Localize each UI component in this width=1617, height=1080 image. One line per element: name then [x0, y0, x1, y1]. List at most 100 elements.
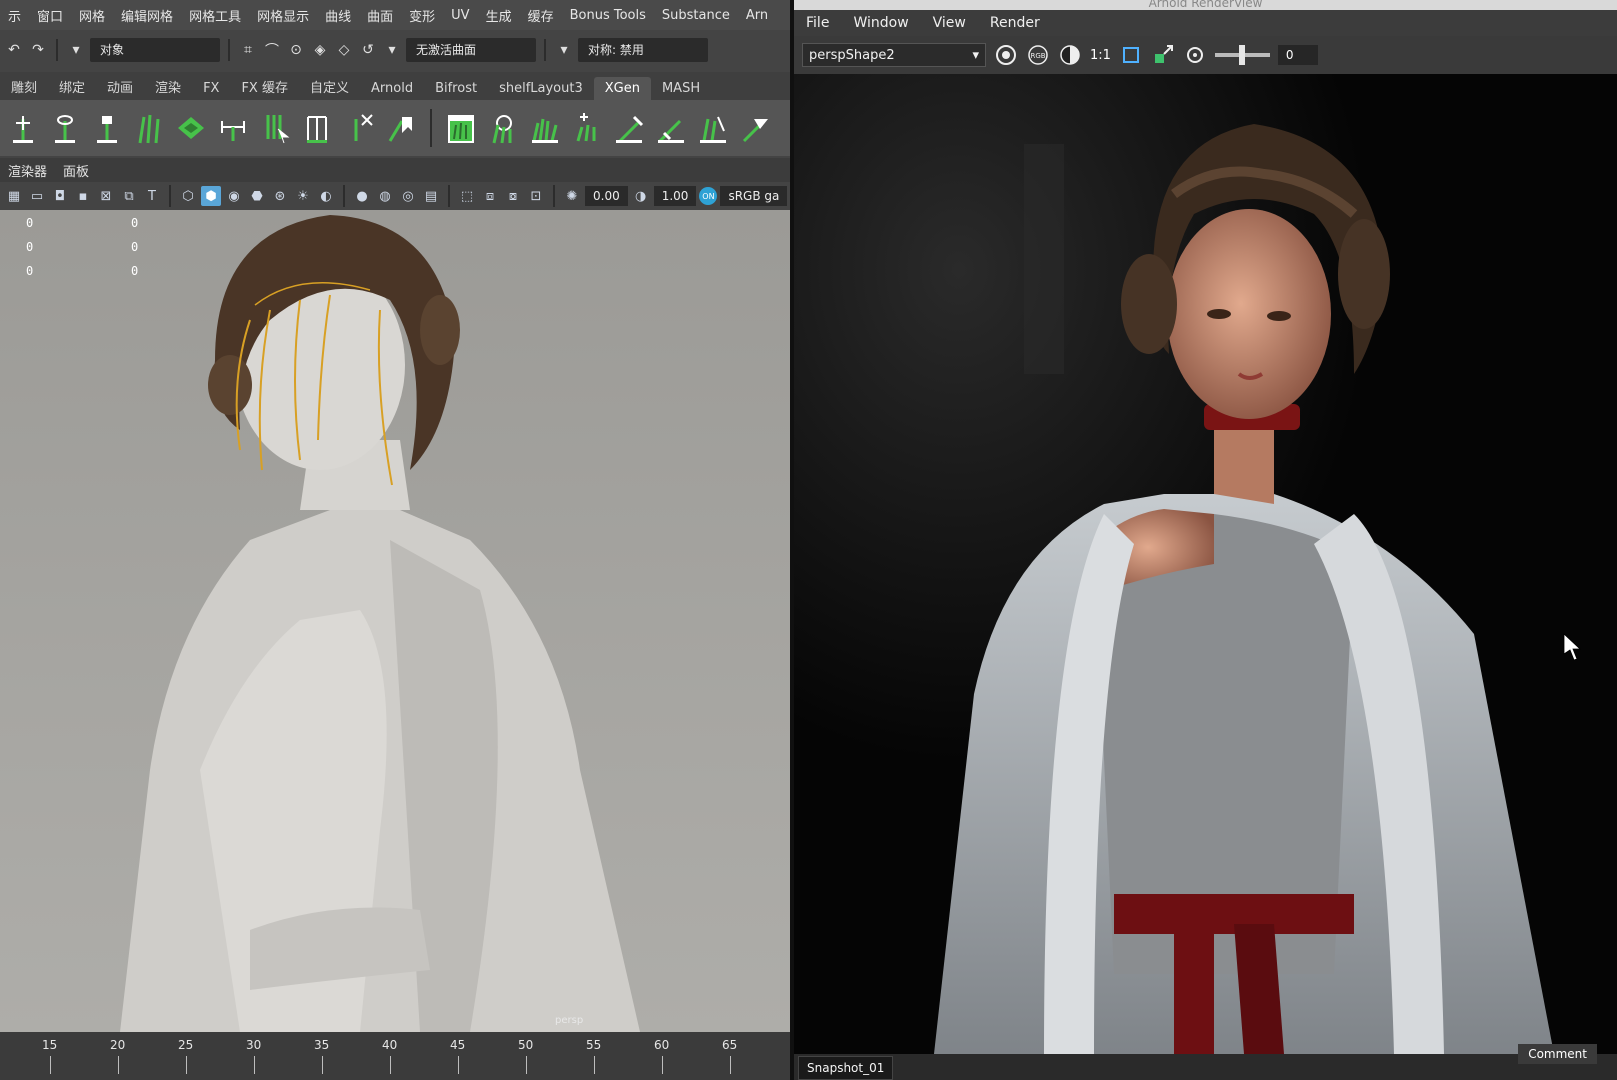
wireframe-on-shaded-icon[interactable]: ◉ — [224, 186, 244, 206]
safe-title-icon[interactable]: T — [142, 186, 162, 206]
chevron-down-icon[interactable]: ▾ — [382, 40, 402, 60]
snap-rotate-icon[interactable]: ↺ — [358, 40, 378, 60]
groom-paint-icon[interactable] — [486, 109, 520, 147]
menu-item[interactable]: UV — [443, 8, 477, 23]
chevron-down-icon[interactable]: ▾ — [554, 40, 574, 60]
resolution-gate-icon[interactable]: ◘ — [50, 186, 70, 206]
snap-curve-icon[interactable]: ⌒ — [262, 40, 282, 60]
view-transform-field[interactable]: sRGB ga — [720, 186, 788, 206]
shelf-tab[interactable]: FX 缓存 — [230, 73, 299, 100]
shelf-tab[interactable]: 动画 — [96, 73, 144, 100]
guide-to-curve-icon[interactable] — [384, 109, 418, 147]
menu-window[interactable]: Window — [841, 15, 920, 31]
groom-smooth-icon[interactable] — [654, 109, 688, 147]
gamma-field[interactable]: 1.00 — [653, 186, 697, 206]
perspective-viewport[interactable]: 00 00 00 persp — [0, 210, 790, 1032]
shelf-tab[interactable]: 雕刻 — [0, 73, 48, 100]
menu-file[interactable]: File — [794, 15, 841, 31]
shelf-tab[interactable]: MASH — [651, 77, 711, 100]
refresh-icon[interactable] — [1183, 43, 1207, 67]
time-slider[interactable]: 15 20 25 30 35 40 45 50 55 60 65 — [0, 1032, 790, 1080]
exposure-slider[interactable] — [1214, 45, 1270, 65]
shadows-icon[interactable]: ◐ — [316, 186, 336, 206]
gamma-icon[interactable]: ◑ — [631, 186, 651, 206]
groom-density-icon[interactable] — [528, 109, 562, 147]
groom-comb-icon[interactable] — [612, 109, 646, 147]
menu-item[interactable]: 缓存 — [520, 6, 562, 25]
shelf-tab[interactable]: 渲染 — [144, 73, 192, 100]
snap-view-icon[interactable]: ◈ — [310, 40, 330, 60]
menu-item[interactable]: 网格工具 — [181, 6, 249, 25]
antialias-icon[interactable]: ◎ — [398, 186, 418, 206]
shelf-tab[interactable]: Bifrost — [424, 77, 488, 100]
menu-item[interactable]: 窗口 — [29, 6, 71, 25]
menu-item[interactable]: 面板 — [55, 161, 97, 180]
zoom-ratio[interactable]: 1:1 — [1090, 48, 1111, 63]
debug-shading-icon[interactable] — [1151, 43, 1175, 67]
snapshot-tab[interactable]: Snapshot_01 — [798, 1056, 894, 1080]
symmetry-field[interactable]: 对称: 禁用 — [578, 38, 708, 62]
live-surface-field[interactable]: 无激活曲面 — [406, 38, 536, 62]
select-guides-icon[interactable] — [258, 109, 292, 147]
shelf-tab[interactable]: shelfLayout3 — [488, 77, 594, 100]
guide-visibility-icon[interactable] — [48, 109, 82, 147]
menu-item[interactable]: 曲面 — [359, 6, 401, 25]
crop-region-icon[interactable] — [1119, 43, 1143, 67]
shelf-tab[interactable]: Arnold — [360, 77, 424, 100]
menu-item[interactable]: 网格显示 — [249, 6, 317, 25]
groom-clump-icon[interactable] — [738, 109, 772, 147]
menu-item[interactable]: Bonus Tools — [562, 8, 654, 23]
grid-icon[interactable]: ▦ — [4, 186, 24, 206]
snap-point-icon[interactable]: ⊙ — [286, 40, 306, 60]
exposure-value[interactable]: 0 — [1277, 45, 1318, 65]
menu-item[interactable]: 生成 — [478, 6, 520, 25]
wireframe-icon[interactable]: ⬡ — [178, 186, 198, 206]
delete-guide-icon[interactable] — [342, 109, 376, 147]
snap-grid-icon[interactable]: ⌗ — [238, 40, 258, 60]
guide-grid-icon[interactable] — [300, 109, 334, 147]
motion-blur-icon[interactable]: ◍ — [375, 186, 395, 206]
exposure-field[interactable]: 0.00 — [585, 186, 628, 206]
menu-render[interactable]: Render — [978, 15, 1052, 31]
groom-add-icon[interactable] — [570, 109, 604, 147]
shelf-tab-xgen[interactable]: XGen — [593, 77, 651, 100]
guide-length-icon[interactable] — [216, 109, 250, 147]
ambient-occlusion-icon[interactable]: ● — [352, 186, 372, 206]
frame-all-icon[interactable]: ⧈ — [480, 186, 500, 206]
redo-icon[interactable]: ↷ — [28, 40, 48, 60]
lights-icon[interactable]: ☀ — [293, 186, 313, 206]
menu-item[interactable]: 编辑网格 — [113, 6, 181, 25]
smooth-shade-icon[interactable]: ⬢ — [201, 186, 221, 206]
camera-attribute-icon[interactable]: ⊡ — [526, 186, 546, 206]
undo-icon[interactable]: ↶ — [4, 40, 24, 60]
groom-cut-icon[interactable] — [696, 109, 730, 147]
isolate-select-icon[interactable]: ⬚ — [457, 186, 477, 206]
chevron-down-icon[interactable]: ▾ — [66, 40, 86, 60]
menu-view[interactable]: View — [921, 15, 978, 31]
xray-icon[interactable]: ⊛ — [270, 186, 290, 206]
color-correct-icon[interactable] — [1058, 43, 1082, 67]
menu-item[interactable]: 变形 — [401, 6, 443, 25]
menu-item[interactable]: Substance — [654, 8, 738, 23]
lock-guide-icon[interactable] — [90, 109, 124, 147]
comment-button[interactable]: Comment — [1518, 1044, 1597, 1064]
film-gate-icon[interactable]: ▭ — [27, 186, 47, 206]
depth-of-field-icon[interactable]: ▤ — [421, 186, 441, 206]
render-region-icon[interactable] — [994, 43, 1018, 67]
field-chart-icon[interactable]: ⊠ — [96, 186, 116, 206]
guide-strands-icon[interactable] — [132, 109, 166, 147]
safe-action-icon[interactable]: ⧉ — [119, 186, 139, 206]
menu-item[interactable]: Arn — [738, 8, 776, 23]
color-management-toggle[interactable]: ON — [699, 187, 718, 205]
shelf-tab[interactable]: 绑定 — [48, 73, 96, 100]
snap-surface-icon[interactable]: ◇ — [334, 40, 354, 60]
add-guide-icon[interactable] — [6, 109, 40, 147]
selection-mode-field[interactable]: 对象 — [90, 38, 220, 62]
gate-mask-icon[interactable]: ▪ — [73, 186, 93, 206]
menu-item[interactable]: 曲线 — [317, 6, 359, 25]
menu-item[interactable]: 网格 — [71, 6, 113, 25]
menu-item[interactable]: 渲染器 — [0, 161, 55, 180]
frame-selected-icon[interactable]: ⧇ — [503, 186, 523, 206]
textured-icon[interactable]: ⬣ — [247, 186, 267, 206]
shelf-tab[interactable]: 自定义 — [299, 73, 360, 100]
